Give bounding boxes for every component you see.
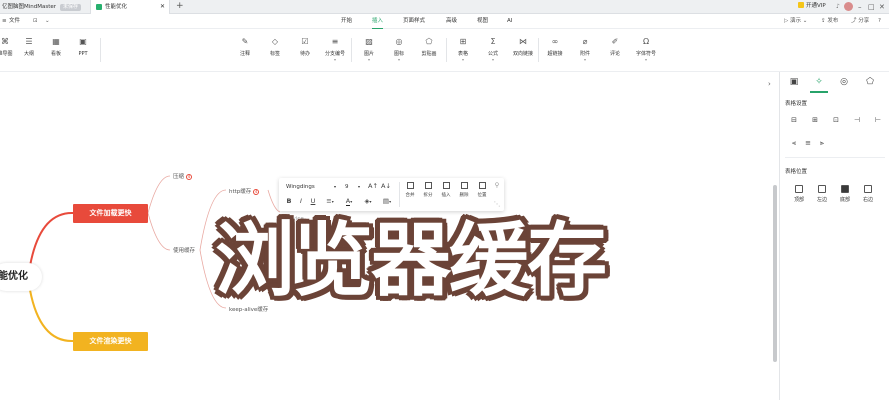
column-left-icon[interactable]: ⊣ [849,114,865,126]
vertical-scrollbar[interactable] [773,185,777,362]
position-right-button[interactable]: 右边 [858,185,878,203]
underline-button[interactable]: U [309,197,317,206]
vip-button[interactable]: 开通VIP [798,2,826,11]
share-label: 分享 [858,18,870,24]
merge-label: 合并 [405,193,415,198]
publish-button[interactable]: ⇪ 发布 [821,14,838,28]
bell-icon[interactable]: ♪ [836,3,840,10]
avatar[interactable] [844,2,853,11]
restore-button[interactable]: □ [868,0,875,14]
chevron-down-icon: ▾ [369,199,372,204]
root-node[interactable]: 能优化 [0,263,42,291]
size-value: 9 [345,184,349,190]
split-button[interactable]: 拆分 [421,182,435,198]
chevron-down-icon: ▾ [331,199,334,204]
border-button[interactable]: ▤▾ [380,197,394,206]
insert-row-below-icon[interactable]: ⊞ [807,114,823,126]
tab-ai-icon[interactable]: ✧ [813,76,825,88]
insert-column-icon[interactable]: ⊡ [828,114,844,126]
position-bottom-button[interactable]: 底部 [835,185,855,203]
branch-file-render[interactable]: 文件渲染更快 [73,332,148,351]
delete-icon [460,182,468,189]
present-label: 演示 [789,18,801,24]
font-size-select[interactable]: 9 ▾ [342,182,362,192]
position-top-button[interactable]: 顶部 [789,185,809,203]
italic-button[interactable]: I [297,197,305,206]
tab-style-icon[interactable]: ▣ [788,76,800,88]
position-button[interactable]: 位置 [475,182,489,198]
chevron-down-icon: ▾ [357,184,360,189]
position-icon [478,182,486,189]
collapse-panel-icon[interactable]: › [768,80,771,88]
insert-label: 插入 [441,193,451,198]
grow-font-button[interactable]: A↑ [368,182,378,191]
crown-icon [798,2,804,8]
chevron-down-icon: ⌄ [801,18,808,24]
position-label: 位置 [477,193,487,198]
tab-location-icon[interactable]: ◎ [838,76,850,88]
pin-icon[interactable]: ⚲ [493,181,501,190]
column-right-icon[interactable]: ⊢ [870,114,886,126]
position-right-icon [864,185,872,193]
merge-icon [406,182,414,189]
section-divider [785,157,885,158]
panel-tabs: ▣ ✧ ◎ ⬠ [780,72,889,94]
fill-color-button[interactable]: ◈▾ [361,197,375,206]
present-button[interactable]: ▷ 演示 ⌄ [784,14,807,28]
connector-leaf [147,212,171,251]
leaf-compress[interactable]: 压缩 4 [173,172,193,180]
publish-label: 发布 [827,18,839,24]
floating-format-toolbar: Wingdings ▾ 9 ▾ A↑ A↓ B I U ≡▾ A▾ ◈▾ ▤▾ 合并… [279,178,504,211]
tab-shape-icon[interactable]: ⬠ [864,76,876,88]
position-left-button[interactable]: 左边 [812,185,832,203]
section-table-position: 表格位置 [785,169,808,175]
position-top-icon [795,185,803,193]
font-family-select[interactable]: Wingdings ▾ [283,182,339,192]
branch-file-load[interactable]: 文件加载更快 [73,204,148,223]
split-icon [424,182,432,189]
position-bottom-icon [841,185,849,193]
shrink-font-button[interactable]: A↓ [381,182,391,191]
position-label: 左边 [816,197,827,203]
toolbar-divider [399,182,400,207]
font-color-button[interactable]: A▾ [342,197,356,206]
insert-button[interactable]: 插入 [439,182,453,198]
leaf-use-cache[interactable]: 使用缓存 [173,246,195,254]
vip-label: 开通VIP [806,3,826,9]
right-property-panel: ▣ ✧ ◎ ⬠ 表格设置 ⊟ ⊞ ⊡ ⊣ ⊢ ⫷ ≡ ⫸ 表格位置 顶部 左边 … [779,72,889,400]
more-icon[interactable]: ⋱ [493,200,501,209]
section-table-settings: 表格设置 [785,101,808,107]
chevron-down-icon: ▾ [333,184,336,189]
merge-button[interactable]: 合并 [403,182,417,198]
connector-yellow [29,289,74,343]
position-left-icon [818,185,826,193]
align-right-icon[interactable]: ⫸ [814,137,830,149]
overlay-title: 浏览器缓存 [215,214,607,307]
leaf-label: http缓存 [229,189,252,195]
position-label: 底部 [839,197,850,203]
close-button[interactable]: ✕ [879,0,885,14]
delete-button[interactable]: 删除 [457,182,471,198]
connector-red [29,211,74,267]
split-label: 拆分 [423,193,433,198]
insert-row-above-icon[interactable]: ⊟ [786,114,802,126]
chevron-down-icon: ▾ [350,199,353,204]
help-icon[interactable]: ? [878,14,881,28]
count-badge: 4 [253,189,260,195]
leaf-label: 压缩 [173,174,185,180]
minimize-button[interactable]: – [858,0,862,14]
bold-button[interactable]: B [285,197,293,206]
position-label: 右边 [862,197,873,203]
position-label: 顶部 [793,197,804,203]
active-tab-indicator [810,91,828,93]
connector-leaf [147,175,171,214]
count-badge: 4 [186,174,193,180]
font-value: Wingdings [286,184,315,190]
chevron-down-icon: ▾ [389,199,392,204]
insert-icon [442,182,450,189]
share-button[interactable]: ⤴ 分享 [851,14,869,28]
align-button[interactable]: ≡▾ [323,197,337,206]
delete-label: 删除 [459,193,469,198]
leaf-http-cache[interactable]: http缓存 4 [229,187,260,195]
